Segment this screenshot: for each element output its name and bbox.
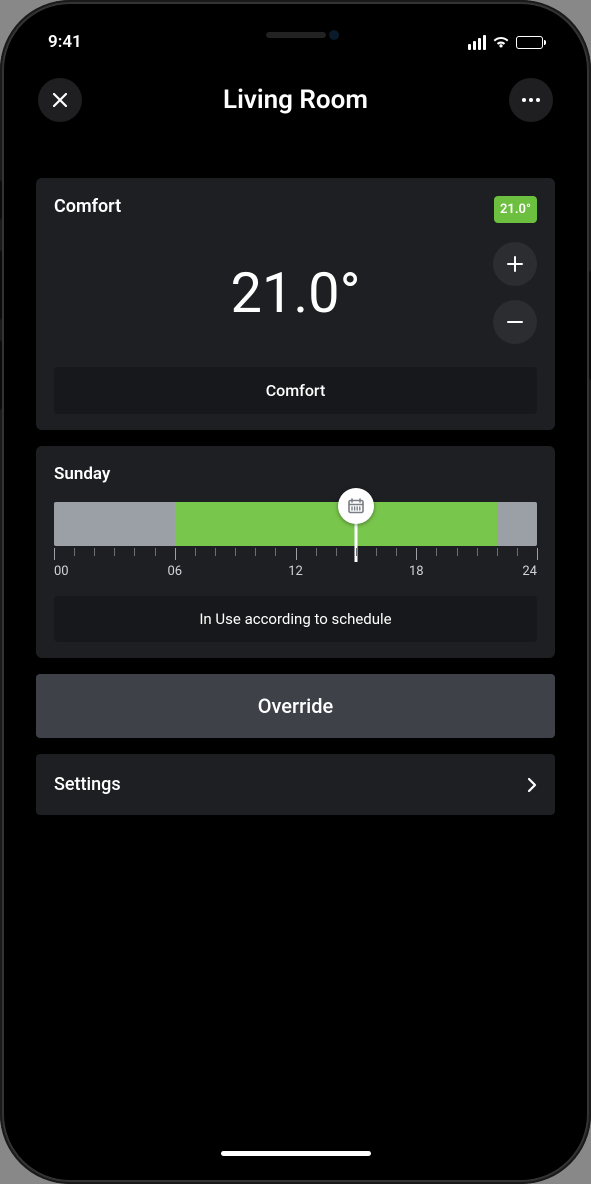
temperature-card: Comfort 21.0° 21.0° Comfort: [36, 178, 555, 430]
schedule-segment-inactive: [527, 502, 537, 546]
schedule-marker[interactable]: [338, 488, 374, 524]
schedule-card: Sunday 0006121824 In Use according t: [36, 446, 555, 658]
tick-label: 18: [409, 564, 424, 579]
plus-icon: [506, 255, 524, 273]
schedule-segment-inactive: [66, 502, 175, 546]
settings-label: Settings: [54, 774, 121, 795]
temp-decrease-button[interactable]: [493, 300, 537, 344]
schedule-status: In Use according to schedule: [54, 596, 537, 642]
wifi-icon: [492, 35, 510, 49]
more-horizontal-icon: [521, 97, 541, 103]
target-temp-badge: 21.0°: [494, 196, 537, 223]
mode-selector-button[interactable]: Comfort: [54, 367, 537, 414]
calendar-icon: [347, 497, 365, 515]
close-button[interactable]: [38, 78, 82, 122]
schedule-day-label: Sunday: [54, 464, 537, 484]
temp-increase-button[interactable]: [493, 242, 537, 286]
chevron-right-icon: [527, 777, 537, 793]
status-time: 9:41: [48, 32, 82, 52]
schedule-segment-active: [175, 502, 497, 546]
more-button[interactable]: [509, 78, 553, 122]
schedule-segment-inactive: [54, 502, 66, 546]
schedule-segment-inactive: [497, 502, 527, 546]
settings-row[interactable]: Settings: [36, 754, 555, 815]
override-button[interactable]: Override: [36, 674, 555, 738]
home-indicator[interactable]: [221, 1151, 371, 1156]
close-icon: [51, 91, 69, 109]
battery-icon: [516, 36, 543, 49]
tick-label: 06: [167, 564, 182, 579]
device-notch: [191, 20, 401, 50]
tick-label: 00: [54, 564, 69, 579]
tick-label: 12: [288, 564, 303, 579]
mode-label: Comfort: [54, 196, 121, 217]
minus-icon: [506, 313, 524, 331]
tick-label: 24: [522, 564, 537, 579]
schedule-timeline[interactable]: 00 06 12 18 24: [44, 502, 547, 582]
page-title: Living Room: [223, 85, 368, 115]
cellular-signal-icon: [468, 35, 486, 50]
current-temp-value: 21.0°: [230, 260, 360, 326]
